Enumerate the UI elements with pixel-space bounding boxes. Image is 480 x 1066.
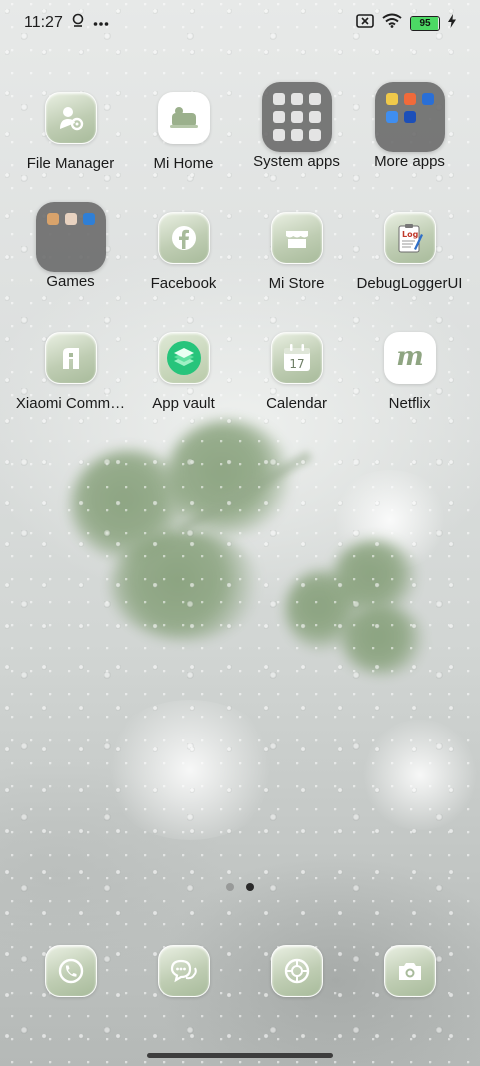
- app-label: App vault: [152, 395, 215, 412]
- app-xiaomi-community[interactable]: Xiaomi Comm…: [14, 322, 127, 413]
- folder-games[interactable]: Games: [14, 202, 127, 293]
- page-indicator: [0, 883, 480, 891]
- app-label: Facebook: [150, 275, 217, 292]
- app-label: Netflix: [388, 395, 431, 412]
- app-app-vault[interactable]: App vault: [127, 322, 240, 413]
- dock: [14, 945, 466, 997]
- app-calendar[interactable]: 17 Calendar: [240, 322, 353, 413]
- page-dot-active[interactable]: [246, 883, 254, 891]
- folder-app-preview: [65, 231, 77, 243]
- folder-app-preview: [83, 231, 95, 243]
- app-label: More apps: [374, 153, 445, 170]
- status-time: 11:27: [24, 14, 63, 31]
- sim-x-icon: [356, 13, 374, 33]
- gesture-nav-handle[interactable]: [147, 1053, 333, 1058]
- folder-app-preview: [47, 249, 59, 261]
- more-dots-icon: [93, 14, 109, 32]
- app-netflix[interactable]: m Netflix: [353, 322, 466, 413]
- community-icon: [44, 332, 97, 384]
- browser-icon[interactable]: [270, 945, 323, 997]
- folder-app-preview: [404, 129, 416, 141]
- folder-app-preview: [421, 93, 434, 105]
- folder-app-preview: [47, 231, 59, 243]
- log-clipboard-icon: Log: [383, 212, 436, 264]
- folder-more-apps[interactable]: More apps: [353, 82, 466, 173]
- app-label: Games: [46, 273, 95, 290]
- file-manager-icon: [44, 92, 97, 144]
- camera-icon[interactable]: [383, 945, 436, 997]
- battery-level: 95: [419, 17, 431, 29]
- app-label: System apps: [253, 153, 340, 170]
- netflix-letter: m: [396, 343, 424, 372]
- folder-app-preview: [385, 111, 398, 123]
- folder-icon: [35, 202, 106, 272]
- folder-app-preview: [422, 129, 434, 141]
- folder-app-preview: [308, 129, 321, 141]
- app-debug-logger-ui[interactable]: Log DebugLoggerUI: [353, 202, 466, 293]
- folder-icon: [374, 82, 445, 152]
- home-app-grid: File Manager Mi Home System apps More ap…: [14, 82, 466, 413]
- wifi-icon: [382, 13, 402, 33]
- folder-app-preview: [272, 93, 285, 105]
- folder-app-preview: [290, 93, 303, 105]
- app-mi-home[interactable]: Mi Home: [127, 82, 240, 173]
- page-dot[interactable]: [226, 883, 234, 891]
- app-file-manager[interactable]: File Manager: [14, 82, 127, 173]
- app-label: Calendar: [266, 395, 327, 412]
- app-label: DebugLoggerUI: [356, 275, 463, 292]
- folder-app-preview: [290, 129, 303, 141]
- folder-app-preview: [64, 213, 77, 225]
- calendar-day: 17: [289, 357, 304, 371]
- battery-icon: 95: [410, 15, 440, 31]
- folder-app-preview: [403, 111, 416, 123]
- folder-app-preview: [46, 213, 59, 225]
- folder-system-apps[interactable]: System apps: [240, 82, 353, 173]
- folder-app-preview: [308, 111, 321, 123]
- app-label: Mi Home: [153, 155, 214, 172]
- folder-app-preview: [308, 93, 321, 105]
- folder-app-preview: [82, 213, 95, 225]
- messages-icon[interactable]: [157, 945, 210, 997]
- store-icon: [270, 212, 323, 264]
- app-label: Xiaomi Comm…: [15, 395, 126, 412]
- folder-app-preview: [65, 249, 77, 261]
- facebook-icon: [157, 212, 210, 264]
- netflix-icon: m: [383, 332, 436, 384]
- folder-app-preview: [403, 93, 416, 105]
- app-label: Mi Store: [268, 275, 325, 292]
- folder-app-preview: [83, 249, 95, 261]
- folder-icon: [261, 82, 332, 152]
- app-facebook[interactable]: Facebook: [127, 202, 240, 293]
- mi-home-icon: [157, 92, 210, 144]
- log-label: Log: [402, 230, 419, 239]
- app-label: File Manager: [26, 155, 115, 172]
- folder-app-preview: [422, 111, 434, 123]
- location-pin-icon: [71, 13, 85, 34]
- folder-app-preview: [385, 93, 398, 105]
- folder-app-preview: [386, 129, 398, 141]
- layers-icon: [157, 332, 210, 384]
- folder-app-preview: [272, 111, 285, 123]
- charging-bolt-icon: [448, 13, 456, 33]
- app-mi-store[interactable]: Mi Store: [240, 202, 353, 293]
- calendar-icon: 17: [270, 332, 323, 384]
- phone-icon[interactable]: [44, 945, 97, 997]
- folder-app-preview: [272, 129, 285, 141]
- status-bar: 11:27 95: [0, 0, 480, 46]
- folder-app-preview: [290, 111, 303, 123]
